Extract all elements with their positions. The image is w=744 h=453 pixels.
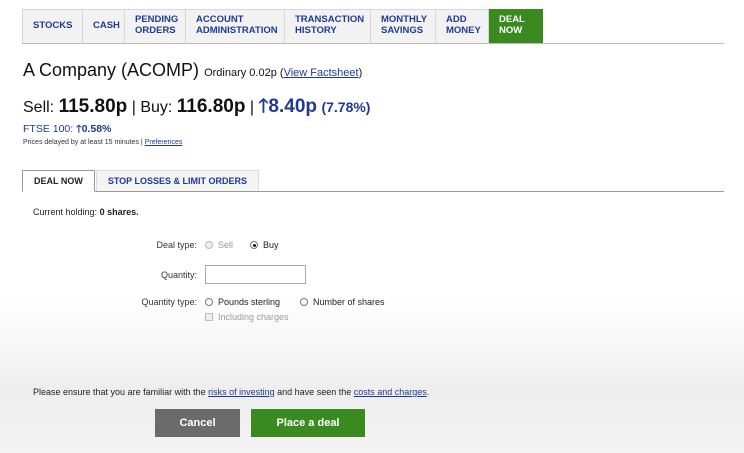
subtab-stop-losses-limit-orders[interactable]: STOP LOSSES & LIMIT ORDERS <box>95 170 260 191</box>
main-nav: STOCKS CASH PENDING ORDERS ACCOUNT ADMIN… <box>22 9 724 44</box>
subtab-deal-now[interactable]: DEAL NOW <box>22 170 95 192</box>
buy-label: Buy: <box>140 99 173 116</box>
buy-radio-label: Buy <box>263 240 279 250</box>
price-change: 🡑8.40p (7.78%) <box>258 96 371 117</box>
tab-account-administration-line2: ADMINISTRATION <box>196 24 278 36</box>
tab-transaction-history-line1: TRANSACTION <box>295 14 365 25</box>
view-factsheet-link[interactable]: View Factsheet <box>284 67 359 79</box>
cancel-button[interactable]: Cancel <box>155 409 240 437</box>
ftse-index: FTSE 100: 🡑0.58% <box>23 121 111 139</box>
stock-title: A Company (ACOMP) Ordinary 0.02p (View F… <box>23 60 362 81</box>
close-paren: ) <box>358 67 363 79</box>
tab-cash[interactable]: CASH <box>83 9 125 43</box>
open-paren: ( <box>276 67 284 79</box>
tab-account-administration[interactable]: ACCOUNT ADMINISTRATION <box>186 9 285 43</box>
tab-deal-now-line1: DEAL <box>499 14 525 25</box>
including-charges-option[interactable]: Including charges <box>205 312 289 322</box>
change-percent: (7.78%) <box>321 99 371 115</box>
including-charges-checkbox[interactable] <box>205 313 213 321</box>
sell-label: Sell: <box>23 99 55 116</box>
sell-radio[interactable] <box>205 241 213 249</box>
quantity-type-shares-option[interactable]: Number of shares <box>300 297 385 307</box>
sell-price: 115.80p <box>58 96 128 117</box>
tab-stocks[interactable]: STOCKS <box>22 9 83 43</box>
tab-add-money-line1: ADD <box>446 14 467 25</box>
tab-monthly-savings-line1: MONTHLY <box>381 14 428 25</box>
quantity-label: Quantity: <box>160 270 197 280</box>
including-charges-label: Including charges <box>218 312 289 322</box>
pounds-sterling-radio[interactable] <box>205 298 213 306</box>
tab-pending-orders-line1: PENDING <box>135 14 179 25</box>
quantity-type-label: Quantity type: <box>141 297 197 307</box>
pounds-sterling-label: Pounds sterling <box>218 297 281 307</box>
delay-separator: | <box>140 139 143 146</box>
deal-type-label: Deal type: <box>156 240 197 250</box>
number-of-shares-label: Number of shares <box>313 297 385 307</box>
preferences-link[interactable]: Preferences <box>145 139 183 146</box>
tab-pending-orders[interactable]: PENDING ORDERS <box>125 9 186 43</box>
holding-value: 0 shares. <box>99 207 139 217</box>
ftse-label: FTSE 100: <box>23 123 74 135</box>
tab-add-money[interactable]: ADD MONEY <box>436 9 489 43</box>
tab-account-administration-line1: ACCOUNT <box>196 14 244 25</box>
delay-notice: Prices delayed by at least 15 minutes | … <box>23 139 182 146</box>
share-class: Ordinary 0.02p <box>204 67 277 79</box>
quantity-type-pounds-option[interactable]: Pounds sterling <box>205 297 280 307</box>
tab-cash-label: CASH <box>93 20 120 31</box>
notice-prefix: Please ensure that you are familiar with… <box>33 387 206 397</box>
buy-price: 116.80p <box>176 96 246 117</box>
costs-and-charges-link[interactable]: costs and charges <box>354 387 427 397</box>
price-line: Sell: 115.80p | Buy: 116.80p | 🡑8.40p (7… <box>23 92 370 124</box>
price-separator: | <box>131 99 136 116</box>
deal-subtabs: DEAL NOW STOP LOSSES & LIMIT ORDERS <box>22 170 724 192</box>
number-of-shares-radio[interactable] <box>300 298 308 306</box>
tab-deal-now[interactable]: DEAL NOW <box>489 9 543 43</box>
stock-name: A Company (ACOMP) <box>23 60 200 80</box>
deal-type-buy-option[interactable]: Buy <box>250 240 279 250</box>
buy-radio[interactable] <box>250 241 258 249</box>
holding-label: Current holding: <box>33 207 98 217</box>
notice-suffix: . <box>426 387 430 397</box>
tab-pending-orders-line2: ORDERS <box>135 24 176 36</box>
price-separator: | <box>249 99 255 116</box>
notice-middle: and have seen the <box>277 387 352 397</box>
tab-monthly-savings[interactable]: MONTHLY SAVINGS <box>371 9 436 43</box>
tab-deal-now-line2: NOW <box>499 24 523 36</box>
current-holding: Current holding: 0 shares. <box>33 207 139 217</box>
quantity-input[interactable] <box>205 265 306 284</box>
tab-stocks-label: STOCKS <box>33 20 73 31</box>
tab-transaction-history-line2: HISTORY <box>295 24 337 36</box>
deal-type-sell-option[interactable]: Sell <box>205 240 233 250</box>
sell-radio-label: Sell <box>218 240 234 250</box>
up-arrow-icon: 🡑 <box>258 96 269 117</box>
ftse-value: 0.58% <box>81 123 112 135</box>
disclaimer-notice: Please ensure that you are familiar with… <box>33 387 429 397</box>
tab-add-money-line2: MONEY <box>446 24 481 36</box>
tab-monthly-savings-line2: SAVINGS <box>381 24 424 36</box>
delay-text: Prices delayed by at least 15 minutes <box>23 139 139 146</box>
place-deal-button[interactable]: Place a deal <box>251 409 365 437</box>
tab-transaction-history[interactable]: TRANSACTION HISTORY <box>285 9 371 43</box>
risks-of-investing-link[interactable]: risks of investing <box>208 387 275 397</box>
change-value: 8.40p <box>268 96 317 117</box>
